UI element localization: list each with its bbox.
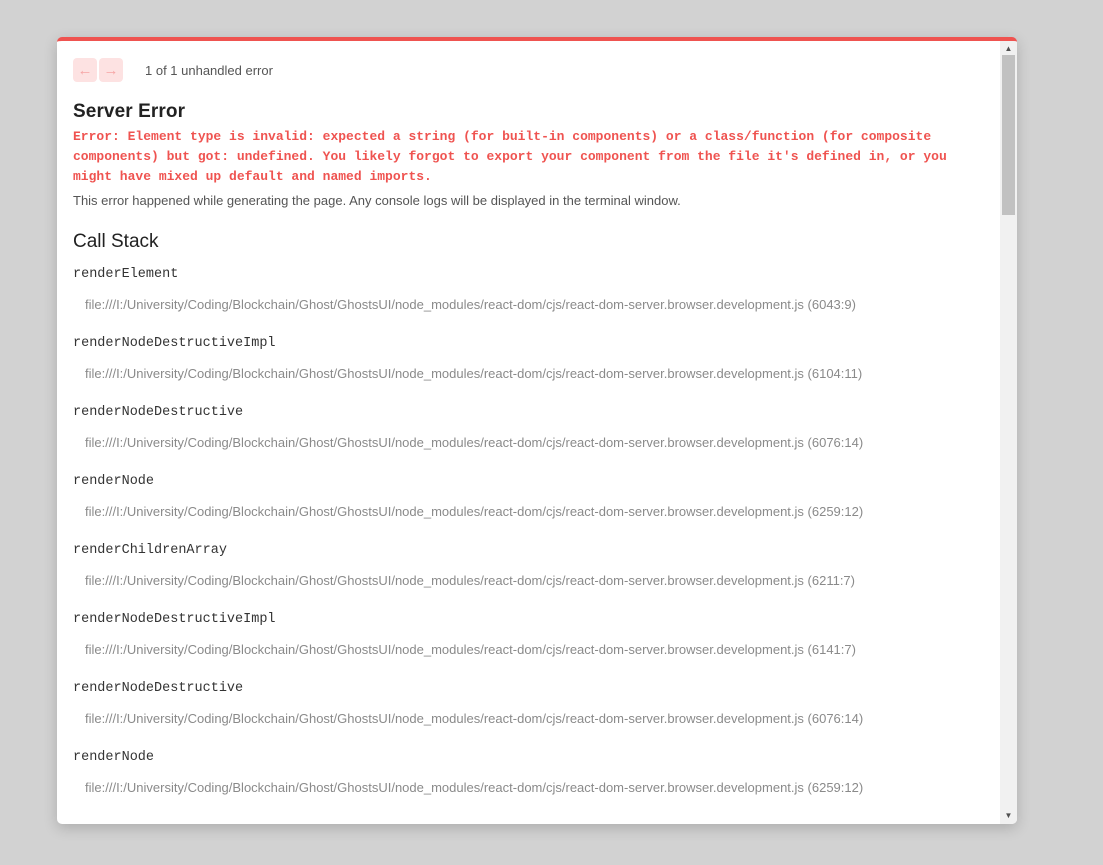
call-stack-frame[interactable]: renderNodeDestructive file:///I:/Univers… xyxy=(73,679,984,728)
scrollbar-thumb[interactable] xyxy=(1002,55,1015,215)
scroll-up-arrow-icon[interactable]: ▲ xyxy=(1000,43,1017,55)
call-stack-frame[interactable]: renderNode file:///I:/University/Coding/… xyxy=(73,748,984,797)
call-stack-frame[interactable]: renderNode file:///I:/University/Coding/… xyxy=(73,472,984,521)
frame-function-name: renderNodeDestructive xyxy=(73,681,244,696)
error-pagination: ← → 1 of 1 unhandled error xyxy=(73,57,984,83)
arrow-left-icon: ← xyxy=(77,61,93,79)
call-stack-frame[interactable]: renderElement file:///I:/University/Codi… xyxy=(73,265,984,314)
frame-function-name: renderNode xyxy=(73,750,155,765)
call-stack-frame[interactable]: renderNodeDestructiveImpl file:///I:/Uni… xyxy=(73,610,984,659)
error-title: Server Error xyxy=(73,101,186,122)
frame-file-location: file:///I:/University/Coding/Blockchain/… xyxy=(85,366,863,381)
call-stack-frame[interactable]: renderChildrenArray file:///I:/Universit… xyxy=(73,541,984,590)
scroll-down-arrow-icon[interactable]: ▼ xyxy=(1000,810,1017,822)
error-help-text: This error happened while generating the… xyxy=(73,193,681,208)
frame-function-name: renderNodeDestructiveImpl xyxy=(73,336,276,351)
previous-error-button[interactable]: ← xyxy=(73,58,97,82)
frame-file-location: file:///I:/University/Coding/Blockchain/… xyxy=(85,504,864,519)
call-stack-frame[interactable]: renderNodeDestructive file:///I:/Univers… xyxy=(73,403,984,452)
arrow-right-icon: → xyxy=(103,61,119,79)
frame-function-name: renderNodeDestructiveImpl xyxy=(73,612,276,627)
error-count: 1 of 1 unhandled error xyxy=(145,62,273,78)
frame-file-location: file:///I:/University/Coding/Blockchain/… xyxy=(85,435,864,450)
dialog-content: ← → 1 of 1 unhandled error Server Error … xyxy=(57,41,1000,824)
frame-file-location: file:///I:/University/Coding/Blockchain/… xyxy=(85,642,856,657)
next-error-button[interactable]: → xyxy=(99,58,123,82)
frame-file-location: file:///I:/University/Coding/Blockchain/… xyxy=(85,711,864,726)
frame-file-location: file:///I:/University/Coding/Blockchain/… xyxy=(85,297,856,312)
call-stack-list: renderElement file:///I:/University/Codi… xyxy=(73,265,984,797)
frame-function-name: renderNode xyxy=(73,474,155,489)
frame-function-name: renderChildrenArray xyxy=(73,543,227,558)
vertical-scrollbar[interactable]: ▲ ▼ xyxy=(1000,41,1017,824)
frame-function-name: renderElement xyxy=(73,267,179,282)
error-message: Error: Element type is invalid: expected… xyxy=(73,129,955,184)
call-stack-frame[interactable]: renderNodeDestructiveImpl file:///I:/Uni… xyxy=(73,334,984,383)
frame-file-location: file:///I:/University/Coding/Blockchain/… xyxy=(85,780,864,795)
frame-function-name: renderNodeDestructive xyxy=(73,405,244,420)
call-stack-title: Call Stack xyxy=(73,231,159,252)
frame-file-location: file:///I:/University/Coding/Blockchain/… xyxy=(85,573,855,588)
error-overlay-dialog: ← → 1 of 1 unhandled error Server Error … xyxy=(57,37,1017,824)
